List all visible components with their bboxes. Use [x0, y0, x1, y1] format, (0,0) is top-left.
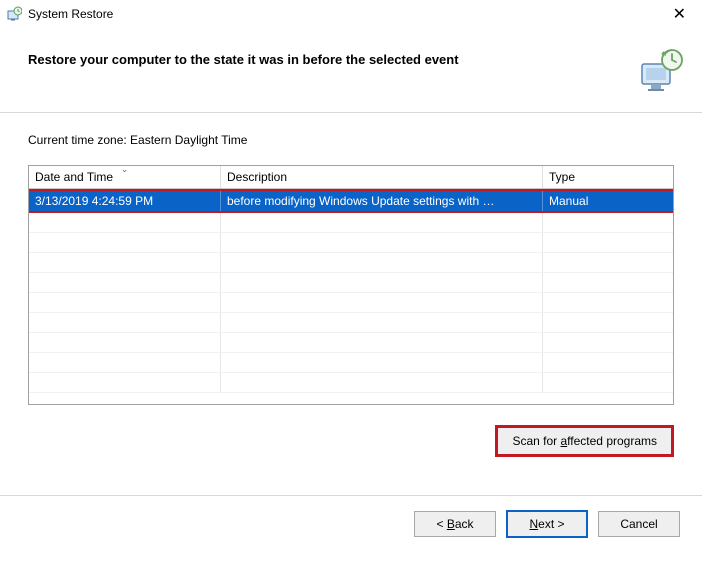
restore-hero-icon — [636, 46, 684, 94]
restore-points-table: ⌄ Date and Time Description Type 3/13/20… — [28, 165, 674, 405]
scan-area: Scan for affected programs — [28, 425, 674, 457]
wizard-footer: < Back Next > Cancel — [0, 496, 702, 552]
button-hotkey: N — [529, 517, 538, 531]
cell-datetime: 3/13/2019 4:24:59 PM — [29, 191, 221, 211]
restore-icon — [6, 6, 22, 22]
button-label-prefix: < — [436, 517, 446, 531]
cell-type: Manual — [543, 191, 673, 211]
table-row[interactable] — [29, 353, 673, 373]
scan-affected-programs-button[interactable]: Scan for affected programs — [495, 425, 674, 457]
cell-description: before modifying Windows Update settings… — [221, 191, 543, 211]
column-label: Type — [549, 170, 575, 184]
column-header-description[interactable]: Description — [221, 166, 543, 188]
table-row[interactable] — [29, 273, 673, 293]
table-row[interactable] — [29, 373, 673, 393]
table-body: 3/13/2019 4:24:59 PM before modifying Wi… — [29, 189, 673, 393]
instruction-text: Restore your computer to the state it wa… — [28, 46, 628, 67]
button-label-suffix: ack — [455, 517, 474, 531]
next-button[interactable]: Next > — [506, 510, 588, 538]
button-label: Cancel — [620, 517, 657, 531]
table-row[interactable] — [29, 293, 673, 313]
timezone-label: Current time zone: Eastern Daylight Time — [28, 133, 674, 147]
table-row[interactable] — [29, 213, 673, 233]
chevron-down-icon: ⌄ — [121, 164, 129, 175]
table-row[interactable] — [29, 333, 673, 353]
titlebar: System Restore ✕ — [0, 0, 702, 28]
button-label-suffix: ffected programs — [567, 434, 657, 448]
cancel-button[interactable]: Cancel — [598, 511, 680, 537]
column-label: Description — [227, 170, 287, 184]
button-label-suffix: ext > — [538, 517, 564, 531]
table-row[interactable] — [29, 233, 673, 253]
table-row[interactable] — [29, 313, 673, 333]
table-header: ⌄ Date and Time Description Type — [29, 166, 673, 189]
wizard-content: Current time zone: Eastern Daylight Time… — [0, 113, 702, 467]
column-label: Date and Time — [35, 170, 113, 184]
wizard-header: Restore your computer to the state it wa… — [0, 28, 702, 113]
table-row[interactable]: 3/13/2019 4:24:59 PM before modifying Wi… — [29, 189, 673, 213]
column-header-type[interactable]: Type — [543, 166, 673, 188]
button-label-prefix: Scan for — [512, 434, 560, 448]
table-row[interactable] — [29, 253, 673, 273]
column-header-datetime[interactable]: ⌄ Date and Time — [29, 166, 221, 188]
button-hotkey: B — [447, 517, 455, 531]
window-title: System Restore — [28, 7, 665, 21]
back-button[interactable]: < Back — [414, 511, 496, 537]
close-icon[interactable]: ✕ — [665, 4, 694, 24]
